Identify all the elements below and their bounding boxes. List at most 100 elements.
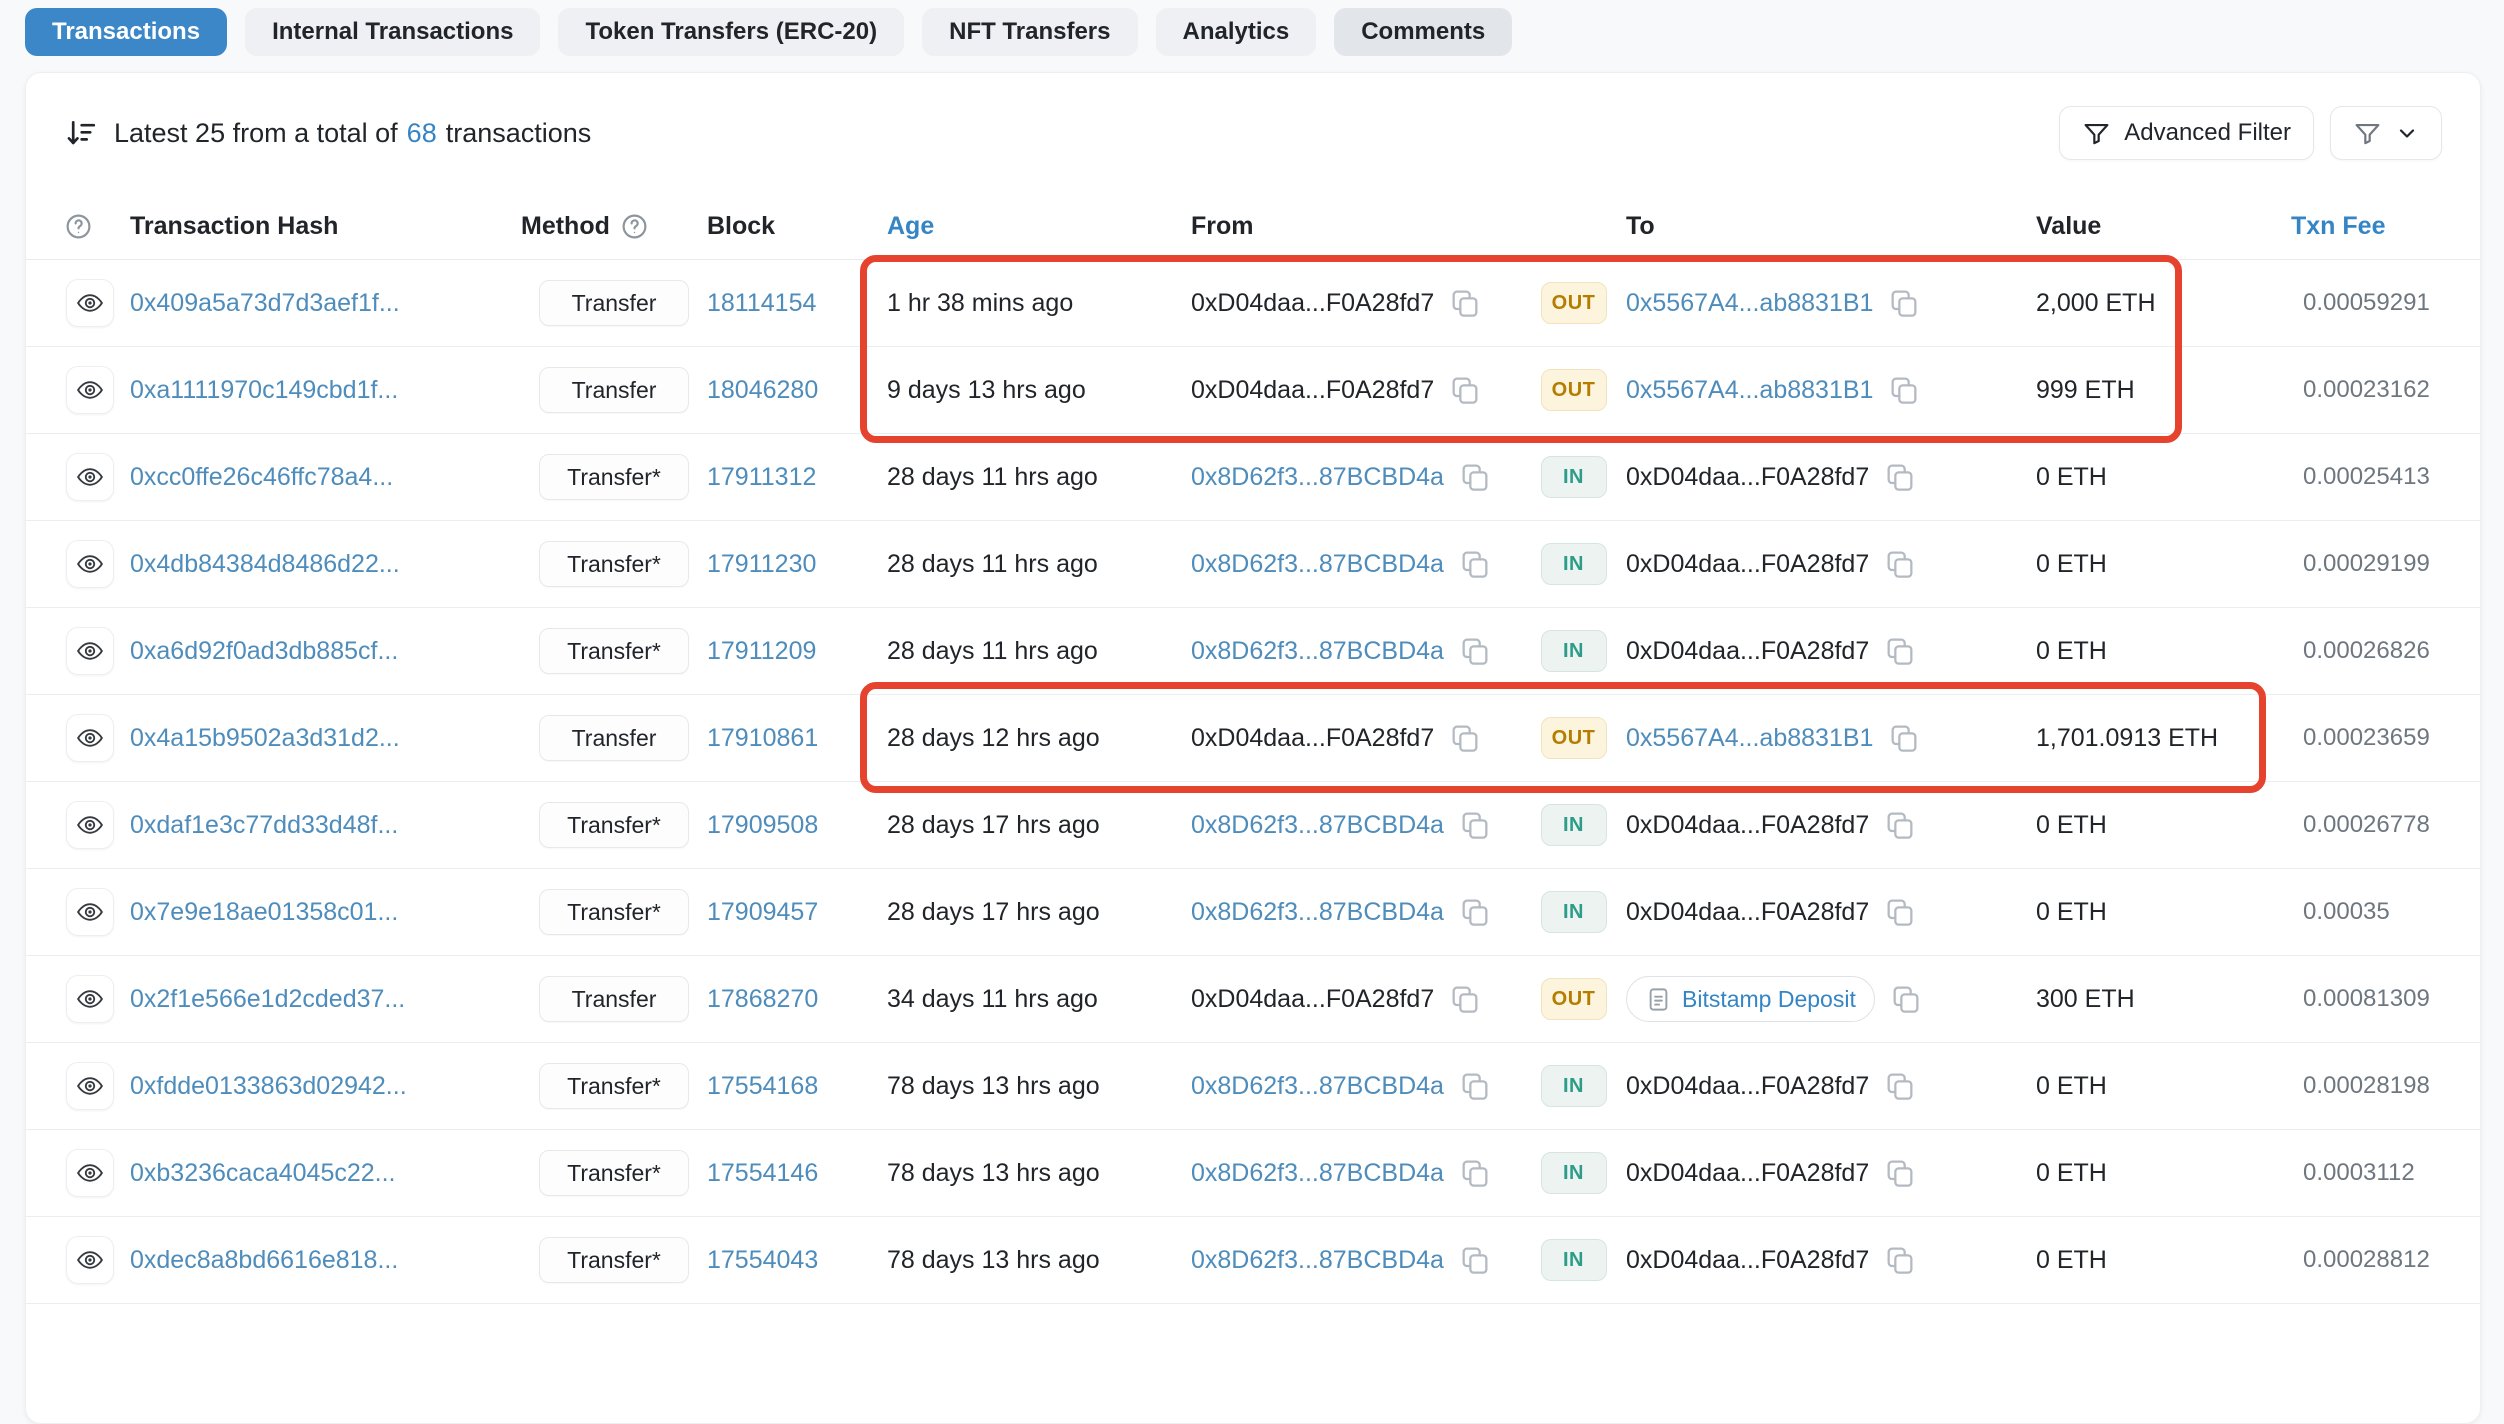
advanced-filter-button[interactable]: Advanced Filter <box>2059 106 2314 160</box>
tx-hash-link[interactable]: 0xa6d92f0ad3db885cf... <box>130 637 398 666</box>
from-address[interactable]: 0x8D62f3...87BCBD4a <box>1191 1072 1444 1101</box>
table-row: 0xcc0ffe26c46ffc78a4... Transfer* 17911312… <box>26 434 2480 521</box>
tab-internal-transactions[interactable]: Internal Transactions <box>245 8 541 56</box>
filter-dropdown-button[interactable] <box>2330 106 2442 160</box>
copy-from-address-button[interactable] <box>1449 287 1481 319</box>
txn-fee-text: 0.00025413 <box>2303 463 2430 490</box>
tx-hash-link[interactable]: 0xcc0ffe26c46ffc78a4... <box>130 463 393 492</box>
to-address[interactable]: 0x5567A4...ab8831B1 <box>1626 376 1873 405</box>
copy-from-address-button[interactable] <box>1459 1070 1491 1102</box>
copy-from-address-button[interactable] <box>1459 1157 1491 1189</box>
tx-hash-link[interactable]: 0xb3236caca4045c22... <box>130 1159 396 1188</box>
from-address[interactable]: 0x8D62f3...87BCBD4a <box>1191 550 1444 579</box>
tab-nft-transfers[interactable]: NFT Transfers <box>922 8 1138 56</box>
copy-from-address-button[interactable] <box>1449 722 1481 754</box>
method-badge: Transfer <box>539 280 689 326</box>
copy-to-address-button[interactable] <box>1884 1157 1916 1189</box>
total-count-link[interactable]: 68 <box>407 118 437 149</box>
eye-button[interactable] <box>66 453 114 501</box>
to-address[interactable]: 0x5567A4...ab8831B1 <box>1626 289 1873 318</box>
eye-button[interactable] <box>66 714 114 762</box>
eye-button[interactable] <box>66 1062 114 1110</box>
block-link[interactable]: 18114154 <box>707 289 816 318</box>
txn-fee-text: 0.00059291 <box>2303 289 2430 316</box>
tx-hash-link[interactable]: 0x2f1e566e1d2cded37... <box>130 985 405 1014</box>
block-link[interactable]: 17868270 <box>707 985 818 1014</box>
eye-button[interactable] <box>66 279 114 327</box>
address-name-tag[interactable]: Bitstamp Deposit <box>1626 976 1875 1022</box>
copy-to-address-button[interactable] <box>1890 983 1922 1015</box>
from-address[interactable]: 0x8D62f3...87BCBD4a <box>1191 811 1444 840</box>
tx-hash-link[interactable]: 0x7e9e18ae01358c01... <box>130 898 398 927</box>
to-address: 0xD04daa...F0A28fd7 <box>1626 1158 1870 1187</box>
eye-button[interactable] <box>66 540 114 588</box>
block-link[interactable]: 17911312 <box>707 463 816 492</box>
age-text: 34 days 11 hrs ago <box>887 984 1098 1013</box>
block-link[interactable]: 17909457 <box>707 898 818 927</box>
copy-from-address-button[interactable] <box>1459 635 1491 667</box>
summary-suffix: transactions <box>445 117 592 148</box>
eye-button[interactable] <box>66 1149 114 1197</box>
tx-hash-link[interactable]: 0xa1111970c149cbd1f... <box>130 376 398 405</box>
block-link[interactable]: 17554043 <box>707 1246 818 1275</box>
from-address[interactable]: 0x8D62f3...87BCBD4a <box>1191 637 1444 666</box>
eye-button[interactable] <box>66 366 114 414</box>
from-address[interactable]: 0x8D62f3...87BCBD4a <box>1191 1159 1444 1188</box>
tx-hash-link[interactable]: 0x409a5a73d7d3aef1f... <box>130 289 400 318</box>
to-address: 0xD04daa...F0A28fd7 <box>1626 897 1870 926</box>
copy-to-address-button[interactable] <box>1888 287 1920 319</box>
copy-to-address-button[interactable] <box>1888 374 1920 406</box>
copy-from-address-button[interactable] <box>1449 374 1481 406</box>
block-link[interactable]: 17554168 <box>707 1072 818 1101</box>
copy-from-address-button[interactable] <box>1459 1244 1491 1276</box>
copy-to-address-button[interactable] <box>1884 896 1916 928</box>
header-txn-fee-link[interactable]: Txn Fee <box>2291 212 2442 241</box>
copy-to-address-button[interactable] <box>1884 635 1916 667</box>
eye-button[interactable] <box>66 888 114 936</box>
block-link[interactable]: 17909508 <box>707 811 818 840</box>
transactions-summary: Latest 25 from a total of 68 transaction… <box>64 116 591 150</box>
block-link[interactable]: 17910861 <box>707 724 818 753</box>
tab-transactions[interactable]: Transactions <box>25 8 228 56</box>
copy-to-address-button[interactable] <box>1888 722 1920 754</box>
tab-analytics[interactable]: Analytics <box>1155 8 1317 56</box>
document-icon <box>1645 986 1672 1013</box>
tx-hash-link[interactable]: 0x4db84384d8486d22... <box>130 550 400 579</box>
block-link[interactable]: 17911230 <box>707 550 816 579</box>
from-address[interactable]: 0x8D62f3...87BCBD4a <box>1191 898 1444 927</box>
from-address[interactable]: 0x8D62f3...87BCBD4a <box>1191 463 1444 492</box>
copy-from-address-button[interactable] <box>1459 809 1491 841</box>
tab-comments[interactable]: Comments <box>1334 8 1513 56</box>
age-text: 28 days 12 hrs ago <box>887 723 1100 752</box>
copy-to-address-button[interactable] <box>1884 548 1916 580</box>
from-address[interactable]: 0x8D62f3...87BCBD4a <box>1191 1246 1444 1275</box>
eye-button[interactable] <box>66 801 114 849</box>
tx-hash-link[interactable]: 0x4a15b9502a3d31d2... <box>130 724 400 753</box>
to-address[interactable]: 0x5567A4...ab8831B1 <box>1626 724 1873 753</box>
block-link[interactable]: 17911209 <box>707 637 816 666</box>
eye-button[interactable] <box>66 627 114 675</box>
block-link[interactable]: 17554146 <box>707 1159 818 1188</box>
eye-button[interactable] <box>66 975 114 1023</box>
copy-from-address-button[interactable] <box>1449 983 1481 1015</box>
copy-to-address-button[interactable] <box>1884 809 1916 841</box>
copy-from-address-button[interactable] <box>1459 461 1491 493</box>
copy-from-address-button[interactable] <box>1459 896 1491 928</box>
advanced-filter-label: Advanced Filter <box>2124 119 2291 146</box>
eye-icon <box>75 810 105 840</box>
tx-hash-link[interactable]: 0xdec8a8bd6616e818... <box>130 1246 398 1275</box>
summary-text: Latest 25 from a total of 68 transaction… <box>114 118 591 149</box>
table-row: 0xdec8a8bd6616e818... Transfer* 17554043 78… <box>26 1217 2480 1304</box>
header-age-link[interactable]: Age <box>887 212 1191 241</box>
tab-token-transfers[interactable]: Token Transfers (ERC-20) <box>558 8 905 56</box>
tx-hash-link[interactable]: 0xdaf1e3c77dd33d48f... <box>130 811 398 840</box>
copy-to-address-button[interactable] <box>1884 461 1916 493</box>
copy-to-address-button[interactable] <box>1884 1070 1916 1102</box>
block-link[interactable]: 18046280 <box>707 376 818 405</box>
tx-hash-link[interactable]: 0xfdde0133863d02942... <box>130 1072 407 1101</box>
method-badge: Transfer <box>539 715 689 761</box>
value-text: 0 ETH <box>2036 1245 2107 1274</box>
eye-button[interactable] <box>66 1236 114 1284</box>
copy-from-address-button[interactable] <box>1459 548 1491 580</box>
copy-to-address-button[interactable] <box>1884 1244 1916 1276</box>
